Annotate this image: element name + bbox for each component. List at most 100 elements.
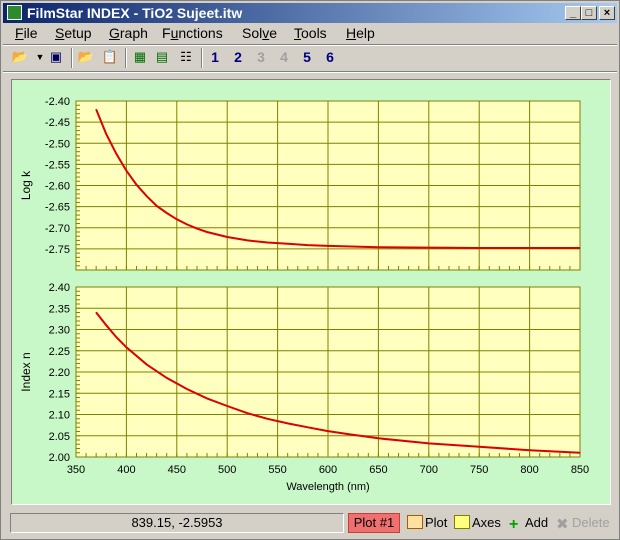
toolbar-separator xyxy=(125,48,127,68)
data-point xyxy=(186,388,188,390)
plot-6-button[interactable]: 6 xyxy=(322,48,338,66)
table-icon[interactable]: ▦ xyxy=(131,48,149,66)
data-point xyxy=(125,346,127,348)
data-point xyxy=(95,311,97,314)
x-tick-label: 600 xyxy=(319,464,337,476)
plot-button-label: Plot xyxy=(425,515,448,530)
menu-file[interactable]: File xyxy=(11,25,42,41)
y-tick-label: -2.70 xyxy=(45,223,70,235)
data-point xyxy=(287,243,289,245)
data-point xyxy=(115,336,117,338)
data-point xyxy=(156,205,158,207)
data-point xyxy=(125,170,127,172)
data-point xyxy=(266,241,269,244)
paste-icon[interactable]: 📋 xyxy=(101,48,119,66)
report-icon[interactable]: ☷ xyxy=(177,48,195,66)
y-tick-label: 2.25 xyxy=(49,346,70,358)
close-button[interactable]: × xyxy=(599,6,615,20)
axes-button-label: Axes xyxy=(472,515,501,530)
data-point xyxy=(226,405,228,407)
data-point xyxy=(579,452,581,454)
data-point xyxy=(307,244,309,246)
data-point xyxy=(105,324,107,326)
window-title: FilmStar INDEX - TiO2 Sujeet.itw xyxy=(27,5,243,21)
x-tick-label: 650 xyxy=(369,464,387,476)
y-tick-label: -2.65 xyxy=(45,202,70,214)
axes-button[interactable]: Axes xyxy=(454,514,501,532)
data-point xyxy=(529,449,531,451)
maximize-button[interactable]: □ xyxy=(581,6,597,20)
x-tick-label: 700 xyxy=(420,464,438,476)
open-folder-icon[interactable]: 📂 xyxy=(11,48,29,66)
save-icon[interactable]: ▣ xyxy=(47,48,65,66)
menu-bar: File Setup Graph Functions Solve Tools Help xyxy=(3,24,617,44)
x-tick-label: 450 xyxy=(168,464,186,476)
data-point xyxy=(287,422,289,425)
data-point xyxy=(327,430,329,432)
x-tick-label: 500 xyxy=(218,464,236,476)
y-tick-label: 2.05 xyxy=(49,431,70,443)
y-axis-label: Index n xyxy=(19,352,33,391)
menu-tools[interactable]: Tools xyxy=(290,25,331,41)
menu-functions[interactable]: Functions xyxy=(158,25,227,41)
data-point xyxy=(166,212,168,214)
cursor-coordinates: 839.15, -2.5953 xyxy=(10,513,344,533)
delete-button[interactable]: ✖ Delete xyxy=(556,514,610,532)
app-window: FilmStar INDEX - TiO2 Sujeet.itw _ □ × F… xyxy=(0,0,620,540)
y-tick-label: 2.30 xyxy=(49,325,70,337)
menu-help[interactable]: Help xyxy=(342,25,379,41)
delete-button-label: Delete xyxy=(572,515,610,530)
title-bar: FilmStar INDEX - TiO2 Sujeet.itw _ □ × xyxy=(3,3,617,23)
y-tick-label: 2.00 xyxy=(49,452,70,464)
toolbar: 📂 ▼ ▣ 📂 📋 ▦ ▤ ☷ 1 2 3 4 5 6 xyxy=(3,46,617,70)
x-tick-label: 550 xyxy=(268,464,286,476)
menu-graph[interactable]: Graph xyxy=(105,25,152,41)
plot-1-button[interactable]: 1 xyxy=(207,48,223,66)
plot-button[interactable]: Plot xyxy=(407,514,447,532)
data-point xyxy=(206,397,208,399)
toolbar-separator xyxy=(201,48,203,68)
graph-icon[interactable]: ▤ xyxy=(153,48,171,66)
plot-badge[interactable]: Plot #1 xyxy=(348,513,400,533)
data-point xyxy=(115,153,117,155)
data-point xyxy=(105,133,107,135)
open-file-icon[interactable]: 📂 xyxy=(77,48,95,66)
data-point xyxy=(579,247,581,249)
menu-setup[interactable]: Setup xyxy=(51,25,96,41)
data-point xyxy=(327,245,329,247)
data-point xyxy=(166,377,168,379)
plot-3-button[interactable]: 3 xyxy=(253,48,269,66)
chart-svg[interactable]: -2.40 -2.45 -2.50 -2.55 -2.60 -2.65 -2.70 -2.75… xyxy=(12,80,610,504)
toolbar-divider xyxy=(3,71,617,73)
plus-icon: + xyxy=(509,516,519,533)
data-point xyxy=(186,223,188,225)
x-tick-label: 850 xyxy=(571,464,589,476)
chart-area[interactable]: -2.40 -2.45 -2.50 -2.55 -2.60 -2.65 -2.70 -2.75… xyxy=(11,79,611,505)
app-icon xyxy=(7,5,22,20)
x-axis-label: Wavelength (nm) xyxy=(286,481,369,493)
x-tick-label: 800 xyxy=(520,464,538,476)
data-point xyxy=(377,246,379,248)
y-tick-label: -2.55 xyxy=(45,159,70,171)
plot-5-button[interactable]: 5 xyxy=(299,48,315,66)
data-point xyxy=(95,108,97,111)
data-point xyxy=(347,433,349,435)
plot-4-button[interactable]: 4 xyxy=(276,48,292,66)
y-tick-label: -2.60 xyxy=(45,181,70,193)
x-tick-label: 350 xyxy=(67,464,85,476)
data-point xyxy=(377,437,379,439)
x-tick-label: 750 xyxy=(470,464,488,476)
y-tick-label: -2.45 xyxy=(45,117,70,129)
status-bar: 839.15, -2.5953 Plot #1 Plot Axes + Add ✖… xyxy=(3,511,617,535)
y-tick-label: 2.40 xyxy=(49,282,70,294)
add-button-label: Add xyxy=(525,515,549,530)
data-point xyxy=(176,218,178,220)
data-point xyxy=(478,446,480,448)
delete-x-icon: ✖ xyxy=(556,516,569,533)
add-button[interactable]: + Add xyxy=(509,514,549,533)
minimize-button[interactable]: _ xyxy=(565,6,581,20)
menu-solve[interactable]: Solve xyxy=(238,25,281,41)
data-point xyxy=(145,363,148,365)
plot-2-button[interactable]: 2 xyxy=(230,48,246,66)
data-point xyxy=(478,247,480,249)
